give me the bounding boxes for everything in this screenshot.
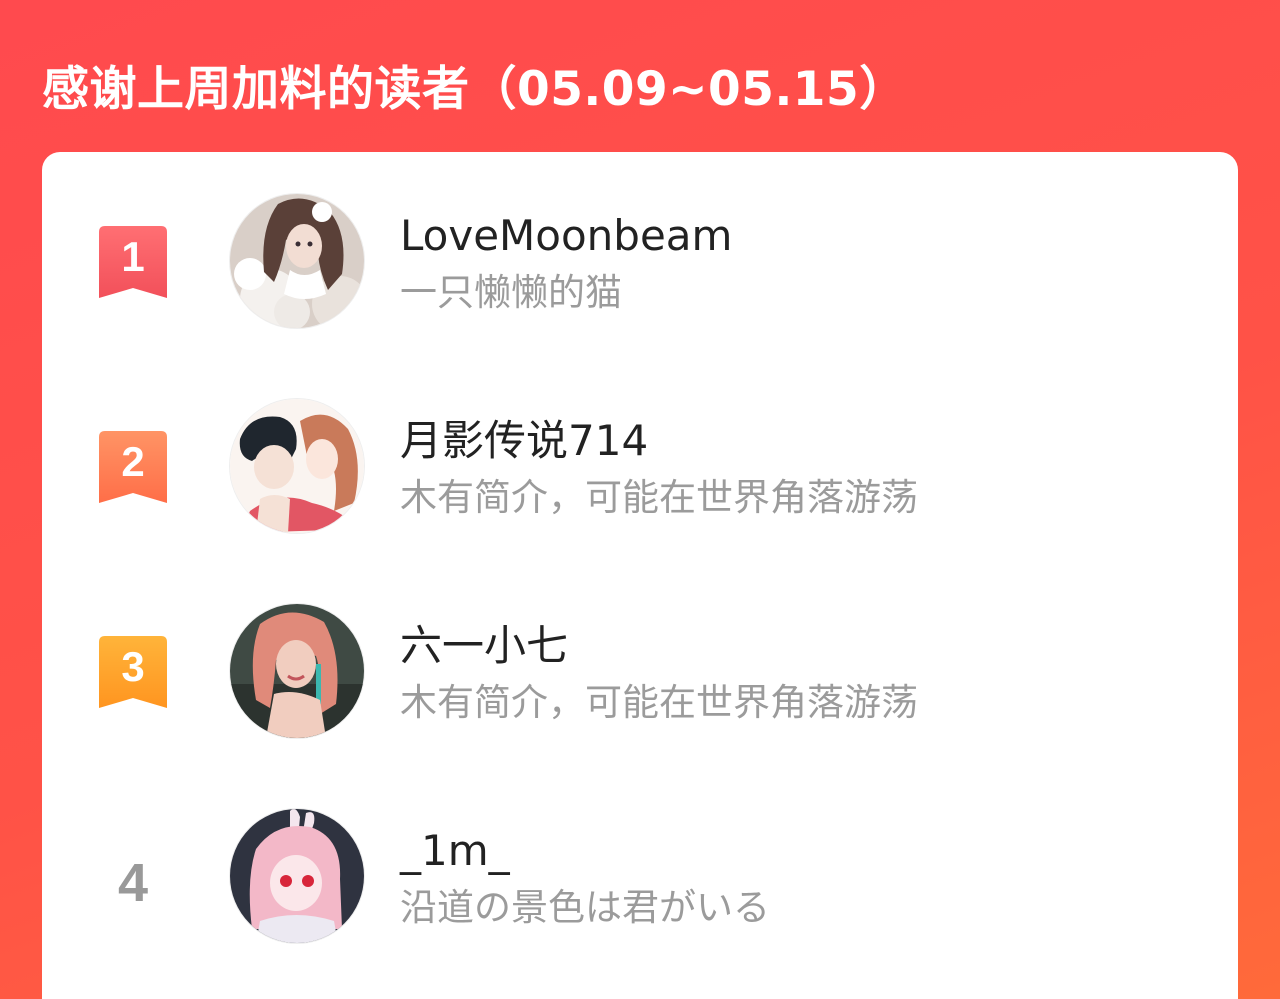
page: 感谢上周加料的读者（05.09~05.15） 1 LoveMoonbeam 一只… — [0, 0, 1280, 999]
avatar-image — [230, 809, 364, 943]
reader-row[interactable]: 1 LoveMoonbeam 一只懒懒的猫 — [42, 192, 1238, 332]
reader-name: 六一小七 — [400, 621, 569, 670]
rank-badge-icon: 2 — [99, 431, 167, 503]
reader-avatar[interactable] — [230, 604, 364, 738]
reader-avatar[interactable] — [230, 194, 364, 328]
rank-number: 1 — [121, 233, 145, 280]
rank-number: 3 — [121, 643, 145, 690]
rank-badge-icon: 1 — [99, 226, 167, 298]
reader-name: 月影传说714 — [400, 416, 649, 465]
avatar-image — [230, 194, 364, 328]
rank-badge-icon: 3 — [99, 636, 167, 708]
reader-bio: 沿道の景色は君がいる — [400, 886, 770, 929]
reader-bio: 木有简介，可能在世界角落游荡 — [400, 476, 918, 519]
reader-avatar[interactable] — [230, 809, 364, 943]
reader-row[interactable]: 2 月影传说714 木有简介，可能在世界角落游荡 — [42, 397, 1238, 537]
reader-row[interactable]: 4 _1m_ 沿道の景色は君がいる — [42, 807, 1238, 947]
reader-name: _1m_ — [400, 826, 510, 875]
rank-number: 2 — [121, 438, 145, 485]
reader-name: LoveMoonbeam — [400, 211, 733, 260]
avatar-image — [230, 399, 364, 533]
reader-bio: 木有简介，可能在世界角落游荡 — [400, 681, 918, 724]
reader-bio: 一只懒懒的猫 — [400, 271, 622, 314]
rank-number: 4 — [117, 853, 149, 913]
page-title: 感谢上周加料的读者（05.09~05.15） — [42, 62, 907, 117]
reader-row[interactable]: 3 六一小七 木有简介，可能在世界角落游荡 — [42, 602, 1238, 742]
avatar-image — [230, 604, 364, 738]
reader-avatar[interactable] — [230, 399, 364, 533]
reader-list-card: 1 LoveMoonbeam 一只懒懒的猫 2 月影传说714 木有简介，可能在… — [42, 152, 1238, 999]
